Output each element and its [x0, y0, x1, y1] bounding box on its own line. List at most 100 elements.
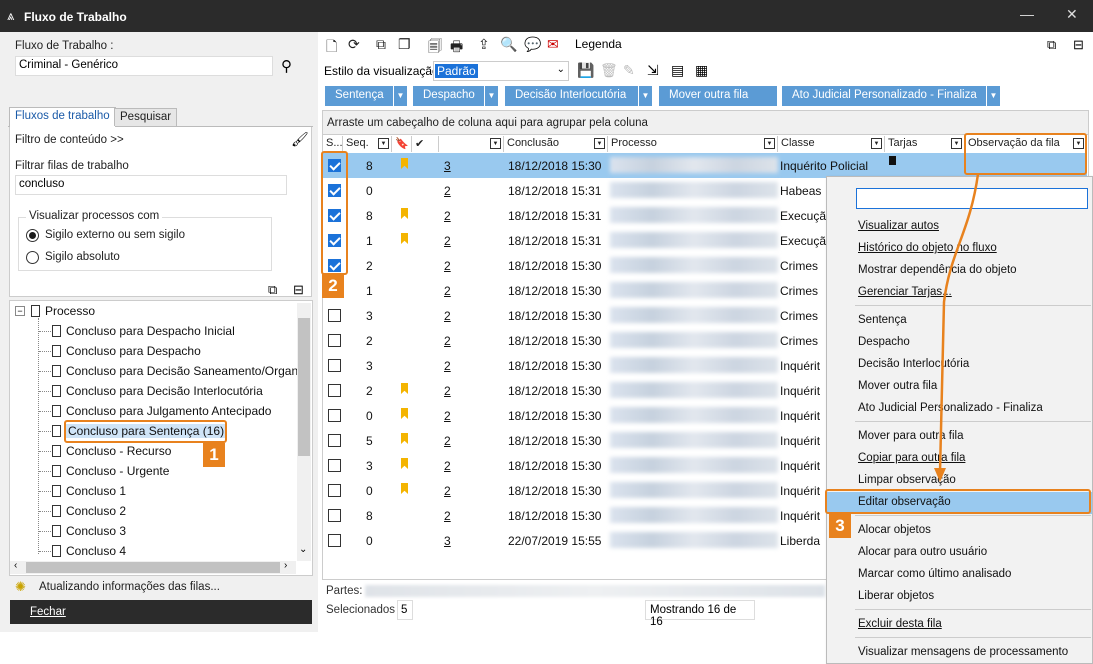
menu-item[interactable]: Visualizar mensagens de processamento: [858, 646, 1068, 658]
radio-sigilo-externo[interactable]: [26, 229, 39, 242]
search-doc-icon[interactable]: 🔍: [500, 36, 517, 53]
print-icon[interactable]: 🖶: [450, 36, 463, 60]
menu-item[interactable]: Marcar como último analisado: [858, 568, 1011, 580]
menu-item[interactable]: Despacho: [858, 336, 910, 348]
row-link[interactable]: 2: [444, 409, 451, 423]
tree-item[interactable]: Concluso 3: [52, 524, 126, 538]
row-checkbox[interactable]: [328, 459, 341, 472]
menu-item[interactable]: Mover outra fila: [858, 380, 937, 392]
export-icon[interactable]: ⇲: [647, 62, 659, 79]
expand-grid-icon[interactable]: ⧉: [1047, 37, 1056, 53]
scroll-left-icon[interactable]: ‹: [14, 560, 17, 571]
action-ato-button[interactable]: Ato Judicial Personalizado - Finaliza ▼: [782, 86, 1000, 106]
remove-comment-icon[interactable]: ✉: [547, 36, 559, 53]
tree-scroll-thumb[interactable]: [298, 318, 310, 456]
refresh-icon[interactable]: ⟳: [348, 36, 360, 53]
action-despacho-button[interactable]: Despacho ▼: [413, 86, 498, 106]
col-num[interactable]: ▼: [439, 136, 504, 152]
scroll-down-icon[interactable]: ⌄: [299, 544, 307, 555]
dropdown-arrow-icon[interactable]: ▼: [484, 86, 498, 106]
filter-icon[interactable]: ▼: [764, 138, 775, 149]
workflow-select[interactable]: Criminal - Genérico: [15, 56, 273, 76]
tree-item[interactable]: Concluso - Recurso: [52, 444, 171, 458]
filter-icon[interactable]: ▼: [871, 138, 882, 149]
filter-icon[interactable]: ▼: [378, 138, 389, 149]
tree-item[interactable]: Concluso para Decisão Saneamento/Organ: [52, 364, 298, 378]
layout-icon[interactable]: ▦: [695, 62, 708, 79]
row-checkbox[interactable]: [328, 509, 341, 522]
tree-item[interactable]: Concluso para Despacho Inicial: [52, 324, 235, 338]
list-icon[interactable]: ▤: [671, 62, 684, 79]
close-window-icon[interactable]: ✕: [1066, 6, 1078, 23]
move-icon[interactable]: ⇪: [478, 36, 490, 53]
menu-item[interactable]: Alocar para outro usuário: [858, 546, 987, 558]
row-link[interactable]: 2: [444, 359, 451, 373]
tree-collapse-icon[interactable]: −: [15, 306, 25, 316]
dropdown-arrow-icon[interactable]: ▼: [986, 86, 1000, 106]
row-checkbox[interactable]: [328, 334, 341, 347]
brush-icon[interactable]: 🖌: [291, 131, 309, 148]
action-sentenca-button[interactable]: Sentença ▼: [325, 86, 407, 106]
action-mover-button[interactable]: Mover outra fila: [659, 86, 777, 106]
filter-queues-input[interactable]: concluso: [15, 175, 287, 195]
comment-icon[interactable]: 💬: [524, 36, 541, 53]
tree-item[interactable]: Concluso para Despacho: [52, 344, 201, 358]
content-filter-link[interactable]: Filtro de conteúdo >>: [15, 134, 124, 146]
tab-fluxos[interactable]: Fluxos de trabalho: [9, 107, 116, 127]
menu-item[interactable]: Excluir desta fila: [858, 618, 942, 630]
new-icon[interactable]: 🗋: [326, 36, 337, 60]
search-icon[interactable]: ⚲: [281, 57, 292, 75]
tree-item[interactable]: Concluso - Urgente: [52, 464, 169, 478]
row-link[interactable]: 2: [444, 509, 451, 523]
col-conclusao[interactable]: Conclusão ▼: [504, 136, 608, 152]
tree-item[interactable]: Concluso 4: [52, 544, 126, 558]
col-check[interactable]: ✔: [412, 136, 439, 152]
row-link[interactable]: 2: [444, 334, 451, 348]
tree-item[interactable]: Concluso 1: [52, 484, 126, 498]
tree-item[interactable]: Concluso para Julgamento Antecipado: [52, 404, 271, 418]
tree-item[interactable]: Concluso para Decisão Interlocutória: [52, 384, 263, 398]
row-checkbox[interactable]: [328, 534, 341, 547]
select-all-icon[interactable]: ⧉: [376, 36, 386, 53]
col-tarjas[interactable]: Tarjas ▼: [885, 136, 965, 152]
row-link[interactable]: 2: [444, 309, 451, 323]
row-link[interactable]: 2: [444, 259, 451, 273]
row-link[interactable]: 2: [444, 234, 451, 248]
row-link[interactable]: 2: [444, 459, 451, 473]
row-link[interactable]: 3: [444, 534, 451, 548]
row-checkbox[interactable]: [328, 384, 341, 397]
col-flag[interactable]: 🔖: [392, 136, 412, 152]
collapse-tree-icon[interactable]: ⊟: [293, 282, 304, 298]
collapse-grid-icon[interactable]: ⊟: [1073, 37, 1084, 53]
col-processo[interactable]: Processo ▼: [608, 136, 778, 152]
action-decisao-button[interactable]: Decisão Interlocutória ▼: [505, 86, 652, 106]
row-link[interactable]: 2: [444, 184, 451, 198]
save-style-icon[interactable]: 💾: [577, 62, 594, 79]
row-checkbox[interactable]: [328, 484, 341, 497]
col-s[interactable]: S...: [323, 136, 343, 152]
row-checkbox[interactable]: [328, 309, 341, 322]
radio-sigilo-absoluto[interactable]: [26, 251, 39, 264]
tree-root[interactable]: Processo: [31, 304, 95, 318]
legend-link[interactable]: Legenda: [575, 37, 622, 51]
row-checkbox[interactable]: [328, 434, 341, 447]
row-link[interactable]: 2: [444, 434, 451, 448]
row-link[interactable]: 3: [444, 159, 451, 173]
tab-pesquisar[interactable]: Pesquisar: [114, 108, 178, 126]
col-seq[interactable]: Seq. ▼: [343, 136, 392, 152]
menu-item[interactable]: Alocar objetos: [858, 524, 931, 536]
scroll-right-icon[interactable]: ›: [284, 560, 287, 571]
filter-icon[interactable]: ▼: [951, 138, 962, 149]
view-style-select[interactable]: Padrão ⌄: [433, 61, 569, 81]
row-link[interactable]: 2: [444, 284, 451, 298]
tree-item[interactable]: Concluso 2: [52, 504, 126, 518]
menu-item[interactable]: Visualizar autos: [858, 220, 939, 232]
close-button[interactable]: Fechar: [10, 600, 312, 624]
row-checkbox[interactable]: [328, 359, 341, 372]
col-classe[interactable]: Classe ▼: [778, 136, 885, 152]
menu-item[interactable]: Sentença: [858, 314, 907, 326]
sign-icon[interactable]: 🗐: [428, 36, 442, 60]
row-link[interactable]: 2: [444, 209, 451, 223]
row-link[interactable]: 2: [444, 484, 451, 498]
dropdown-arrow-icon[interactable]: ▼: [638, 86, 652, 106]
